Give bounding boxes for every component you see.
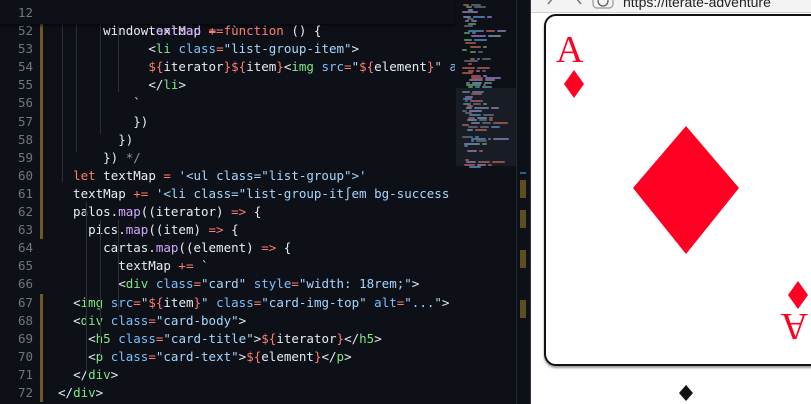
- minimap-viewport[interactable]: [456, 88, 516, 166]
- code-editor[interactable]: 52 53 54 55 56 57 58 59 60 61 62 63 64 65 66 67 68 69 70 71…: [0, 0, 530, 404]
- url-text[interactable]: https://iterate-adventure: [623, 0, 771, 10]
- scrollbar-marker: [520, 172, 526, 174]
- card-rank-top: A: [556, 29, 584, 71]
- minimap-line: [487, 15, 492, 18]
- scrollbar-marker: [520, 180, 526, 198]
- code-line[interactable]: </div>: [58, 366, 118, 384]
- code-line[interactable]: <p class="card-text">${element}</p>: [58, 348, 352, 366]
- forward-icon: [576, 0, 582, 5]
- playing-card: A A: [544, 14, 811, 366]
- minimap-line: [482, 58, 491, 61]
- minimap-line: [486, 29, 495, 32]
- editor-scrollbar[interactable]: [516, 0, 530, 404]
- sticky-line-code: window.onload = function () {: [103, 23, 322, 38]
- sticky-scroll-header[interactable]: 12 window.onload = function () {: [0, 0, 455, 38]
- minimap-line: [470, 46, 481, 49]
- minimap-line: [468, 29, 484, 32]
- minimap-line: [468, 62, 472, 65]
- code-line[interactable]: <div class="card" style="width: 18rem;">: [58, 275, 419, 293]
- minimap-line: [464, 39, 472, 42]
- minimap-line: [478, 51, 483, 53]
- minimap-line: [472, 32, 476, 35]
- scrollbar-marker: [520, 250, 526, 268]
- card-corner-top-left: A: [556, 29, 584, 98]
- diamond-bullet-icon: [679, 385, 693, 401]
- scrollbar-marker: [520, 300, 526, 318]
- minimap-line: [483, 46, 487, 49]
- minimap-line: [464, 25, 473, 28]
- minimap-line: [476, 69, 480, 72]
- minimap-line: [470, 51, 476, 53]
- card-rank-bottom: A: [780, 305, 808, 347]
- minimap-line: [465, 41, 476, 44]
- code-line[interactable]: textMap += '<li class="list-group-it∫em …: [58, 185, 455, 203]
- card-corner-bottom-right: A: [780, 281, 808, 347]
- code-area[interactable]: textMap += ` <li class="list-group-item"…: [0, 0, 455, 404]
- minimap-line: [485, 79, 495, 82]
- code-line[interactable]: let textMap = '<ul class="list-group">': [58, 167, 367, 185]
- minimap-line: [471, 34, 486, 37]
- diamond-icon: [788, 281, 808, 309]
- back-icon: [547, 0, 553, 5]
- minimap-line: [462, 48, 467, 51]
- code-line[interactable]: palos.map((iterator) => {: [58, 203, 261, 221]
- sticky-line-number: 12: [17, 5, 33, 20]
- minimap-line: [464, 32, 470, 35]
- minimap-line: [462, 72, 473, 75]
- code-line[interactable]: }): [58, 113, 148, 131]
- browser-preview: https://iterate-adventure A A: [530, 0, 811, 404]
- code-line[interactable]: </div>: [58, 384, 103, 402]
- code-line[interactable]: <img src="${item}" class="card-img-top" …: [58, 294, 449, 312]
- minimap-line: [469, 166, 481, 169]
- code-line[interactable]: <h5 class="card-title">${iterator}</h5>: [58, 330, 382, 348]
- code-line[interactable]: textMap += `: [58, 257, 208, 275]
- scrollbar-marker: [520, 210, 526, 228]
- code-line[interactable]: }) */: [58, 149, 141, 167]
- minimap-line: [474, 6, 486, 9]
- center-diamond-icon: [633, 126, 739, 254]
- minimap-line: [497, 29, 506, 32]
- code-line[interactable]: cartas.map((element) => {: [58, 239, 291, 257]
- code-line[interactable]: }): [58, 131, 133, 149]
- diamond-icon: [564, 70, 584, 98]
- indent-guide: [100, 220, 101, 355]
- indent-guide: [86, 202, 87, 372]
- code-line[interactable]: </li>: [58, 76, 186, 94]
- indent-guide: [118, 220, 119, 310]
- site-info-icon: [592, 0, 614, 9]
- minimap-line: [462, 11, 478, 14]
- address-bar[interactable]: https://iterate-adventure: [531, 0, 811, 13]
- minimap-line: [469, 79, 483, 82]
- minimap-line: [482, 69, 486, 72]
- minimap-line: [488, 34, 501, 37]
- minimap-line: [473, 15, 485, 18]
- minimap[interactable]: [456, 0, 516, 404]
- minimap-line: [474, 39, 487, 42]
